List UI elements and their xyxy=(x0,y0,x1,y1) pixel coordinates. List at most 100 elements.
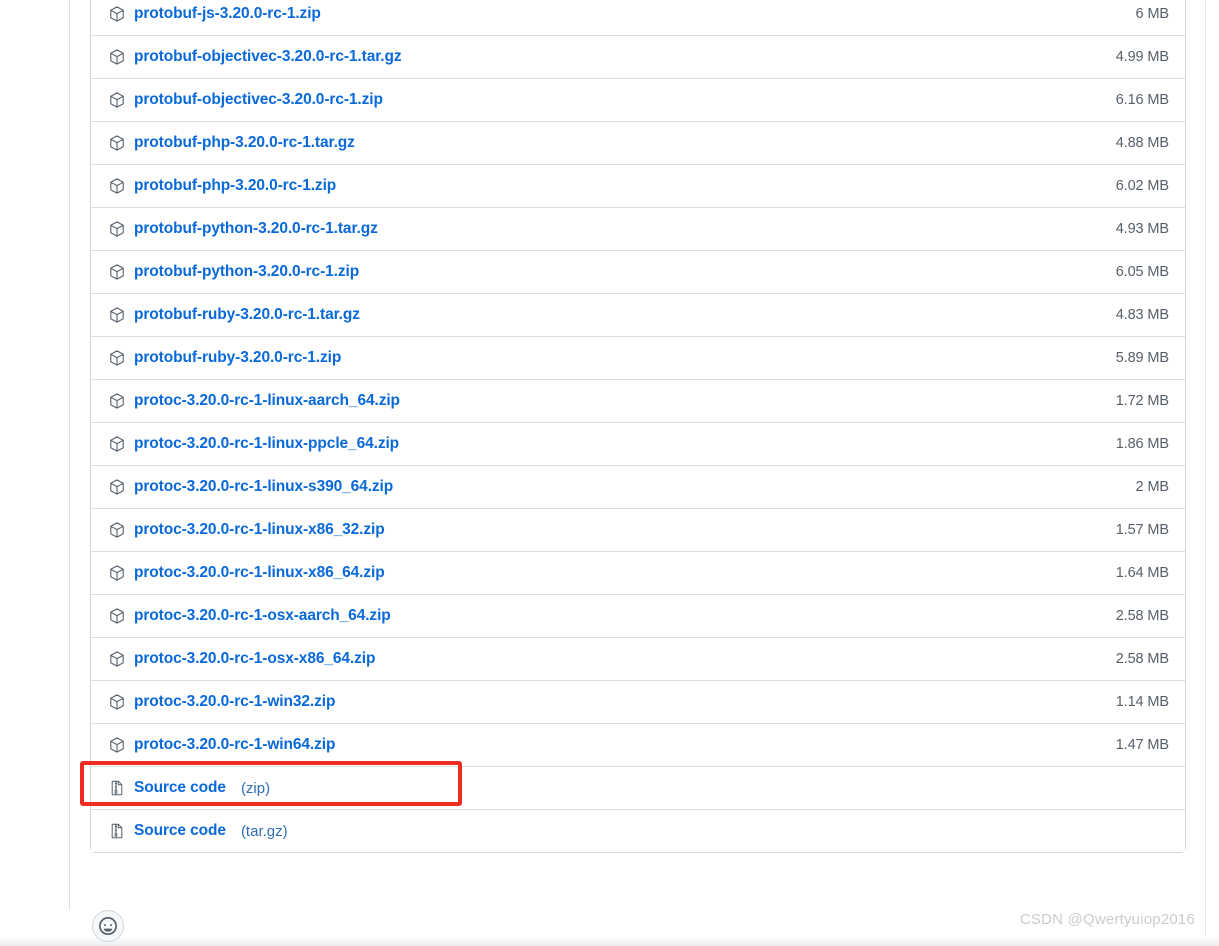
package-icon xyxy=(110,264,124,280)
file-zip-icon xyxy=(111,823,123,839)
asset-row[interactable]: protobuf-js-3.20.0-rc-1.zip 6 MB xyxy=(91,0,1185,35)
asset-row[interactable]: protoc-3.20.0-rc-1-win32.zip 1.14 MB xyxy=(91,680,1185,723)
asset-row[interactable]: protobuf-ruby-3.20.0-rc-1.zip 5.89 MB xyxy=(91,336,1185,379)
asset-download-link[interactable]: protobuf-python-3.20.0-rc-1.zip xyxy=(134,263,359,281)
asset-download-link[interactable]: protoc-3.20.0-rc-1-win64.zip xyxy=(134,736,335,754)
asset-download-link[interactable]: protoc-3.20.0-rc-1-win32.zip xyxy=(134,693,335,711)
asset-size: 1.14 MB xyxy=(1115,694,1169,710)
asset-row[interactable]: protobuf-objectivec-3.20.0-rc-1.tar.gz 4.… xyxy=(91,35,1185,78)
smiley-icon xyxy=(99,917,117,935)
asset-size: 4.93 MB xyxy=(1115,221,1169,237)
asset-download-link[interactable]: Source code xyxy=(134,822,226,840)
package-icon xyxy=(110,5,124,22)
asset-download-link[interactable]: protoc-3.20.0-rc-1-linux-x86_64.zip xyxy=(134,564,385,582)
asset-row[interactable]: protoc-3.20.0-rc-1-linux-s390_64.zip 2 MB xyxy=(91,465,1185,508)
asset-row[interactable]: protobuf-python-3.20.0-rc-1.zip 6.05 MB xyxy=(91,250,1185,293)
asset-size: 6.16 MB xyxy=(1115,92,1169,108)
asset-download-link[interactable]: protobuf-python-3.20.0-rc-1.tar.gz xyxy=(134,220,378,238)
package-icon xyxy=(110,92,124,108)
asset-row-left: protoc-3.20.0-rc-1-linux-ppcle_64.zip xyxy=(109,435,1116,453)
asset-row[interactable]: protobuf-python-3.20.0-rc-1.tar.gz 4.93 M… xyxy=(91,207,1185,250)
package-icon xyxy=(110,221,124,237)
asset-row[interactable]: protoc-3.20.0-rc-1-osx-x86_64.zip 2.58 MB xyxy=(91,637,1185,680)
asset-row[interactable]: protoc-3.20.0-rc-1-linux-ppcle_64.zip 1.8… xyxy=(91,422,1185,465)
add-reaction-button[interactable] xyxy=(92,910,124,942)
asset-size: 1.72 MB xyxy=(1115,393,1169,409)
asset-row[interactable]: protobuf-objectivec-3.20.0-rc-1.zip 6.16 … xyxy=(91,78,1185,121)
package-icon xyxy=(110,436,124,452)
asset-row[interactable]: protoc-3.20.0-rc-1-linux-x86_32.zip 1.57 … xyxy=(91,508,1185,551)
asset-size: 5.89 MB xyxy=(1115,350,1169,366)
asset-row[interactable]: protoc-3.20.0-rc-1-osx-aarch_64.zip 2.58 … xyxy=(91,594,1185,637)
asset-size: 1.47 MB xyxy=(1115,737,1169,753)
package-icon xyxy=(110,737,124,753)
asset-size: 2 MB xyxy=(1135,479,1170,495)
asset-size: 1.57 MB xyxy=(1115,522,1169,538)
asset-row-left: protoc-3.20.0-rc-1-linux-x86_32.zip xyxy=(109,521,1116,539)
asset-row-left: protobuf-python-3.20.0-rc-1.zip xyxy=(109,263,1116,281)
asset-size: 4.88 MB xyxy=(1115,135,1169,151)
asset-download-link[interactable]: protobuf-ruby-3.20.0-rc-1.zip xyxy=(134,349,341,367)
asset-row-left: protobuf-ruby-3.20.0-rc-1.tar.gz xyxy=(109,306,1116,324)
asset-row-left: protobuf-js-3.20.0-rc-1.zip xyxy=(109,5,1136,23)
asset-row[interactable]: Source code (zip) xyxy=(91,766,1185,809)
asset-size: 4.99 MB xyxy=(1115,49,1169,65)
package-icon xyxy=(110,307,124,323)
asset-download-link[interactable]: protobuf-php-3.20.0-rc-1.tar.gz xyxy=(134,134,355,152)
asset-download-link[interactable]: protobuf-objectivec-3.20.0-rc-1.zip xyxy=(134,91,383,109)
asset-row[interactable]: protoc-3.20.0-rc-1-linux-x86_64.zip 1.64 … xyxy=(91,551,1185,594)
package-icon xyxy=(110,651,124,667)
bottom-fade xyxy=(0,936,1219,946)
package-icon xyxy=(110,479,124,495)
asset-row[interactable]: Source code (tar.gz) xyxy=(91,809,1185,852)
package-icon xyxy=(110,135,124,151)
asset-download-link[interactable]: protobuf-objectivec-3.20.0-rc-1.tar.gz xyxy=(134,48,402,66)
asset-row-left: protoc-3.20.0-rc-1-osx-aarch_64.zip xyxy=(109,607,1116,625)
asset-download-link[interactable]: protobuf-ruby-3.20.0-rc-1.tar.gz xyxy=(134,306,360,324)
asset-size: 6.05 MB xyxy=(1115,264,1169,280)
asset-size: 6.02 MB xyxy=(1115,178,1169,194)
asset-download-link[interactable]: protobuf-js-3.20.0-rc-1.zip xyxy=(134,5,321,23)
page-scrollbar[interactable] xyxy=(1205,0,1206,946)
asset-row[interactable]: protoc-3.20.0-rc-1-linux-aarch_64.zip 1.7… xyxy=(91,379,1185,422)
asset-row[interactable]: protoc-3.20.0-rc-1-win64.zip 1.47 MB xyxy=(91,723,1185,766)
asset-row[interactable]: protobuf-php-3.20.0-rc-1.tar.gz 4.88 MB xyxy=(91,121,1185,164)
asset-download-link[interactable]: protoc-3.20.0-rc-1-linux-ppcle_64.zip xyxy=(134,435,399,453)
file-zip-icon xyxy=(111,780,123,796)
asset-row[interactable]: protobuf-ruby-3.20.0-rc-1.tar.gz 4.83 MB xyxy=(91,293,1185,336)
asset-row-left: Source code (tar.gz) xyxy=(109,822,1169,840)
asset-row-left: protoc-3.20.0-rc-1-linux-s390_64.zip xyxy=(109,478,1136,496)
package-icon xyxy=(110,565,124,581)
asset-download-link[interactable]: protoc-3.20.0-rc-1-osx-aarch_64.zip xyxy=(134,607,391,625)
package-icon xyxy=(110,393,124,409)
package-icon xyxy=(110,694,124,710)
asset-format-suffix: (zip) xyxy=(240,779,271,797)
asset-row[interactable]: protobuf-php-3.20.0-rc-1.zip 6.02 MB xyxy=(91,164,1185,207)
asset-row-left: protobuf-python-3.20.0-rc-1.tar.gz xyxy=(109,220,1116,238)
asset-format-suffix: (tar.gz) xyxy=(240,822,288,840)
asset-row-left: protobuf-php-3.20.0-rc-1.tar.gz xyxy=(109,134,1116,152)
csdn-watermark: CSDN @Qwertyuiop2016 xyxy=(1019,911,1195,928)
asset-row-left: protobuf-ruby-3.20.0-rc-1.zip xyxy=(109,349,1116,367)
asset-download-link[interactable]: protobuf-php-3.20.0-rc-1.zip xyxy=(134,177,336,195)
asset-row-left: protoc-3.20.0-rc-1-osx-x86_64.zip xyxy=(109,650,1116,668)
asset-row-left: protoc-3.20.0-rc-1-win32.zip xyxy=(109,693,1116,711)
asset-size: 6 MB xyxy=(1135,5,1170,22)
asset-size: 2.58 MB xyxy=(1115,608,1169,624)
package-icon xyxy=(110,608,124,624)
package-icon xyxy=(110,178,124,194)
asset-download-link[interactable]: protoc-3.20.0-rc-1-linux-s390_64.zip xyxy=(134,478,393,496)
asset-download-link[interactable]: protoc-3.20.0-rc-1-linux-aarch_64.zip xyxy=(134,392,400,410)
asset-row-left: protobuf-objectivec-3.20.0-rc-1.tar.gz xyxy=(109,48,1116,66)
asset-download-link[interactable]: Source code xyxy=(134,779,226,797)
asset-row-left: protoc-3.20.0-rc-1-linux-aarch_64.zip xyxy=(109,392,1116,410)
asset-row-left: protobuf-objectivec-3.20.0-rc-1.zip xyxy=(109,91,1116,109)
asset-size: 1.64 MB xyxy=(1115,565,1169,581)
asset-row-left: protoc-3.20.0-rc-1-win64.zip xyxy=(109,736,1116,754)
asset-download-link[interactable]: protoc-3.20.0-rc-1-osx-x86_64.zip xyxy=(134,650,375,668)
package-icon xyxy=(110,522,124,538)
asset-size: 1.86 MB xyxy=(1115,436,1169,452)
package-icon xyxy=(110,49,124,65)
asset-download-link[interactable]: protoc-3.20.0-rc-1-linux-x86_32.zip xyxy=(134,521,385,539)
asset-row-left: protobuf-php-3.20.0-rc-1.zip xyxy=(109,177,1116,195)
